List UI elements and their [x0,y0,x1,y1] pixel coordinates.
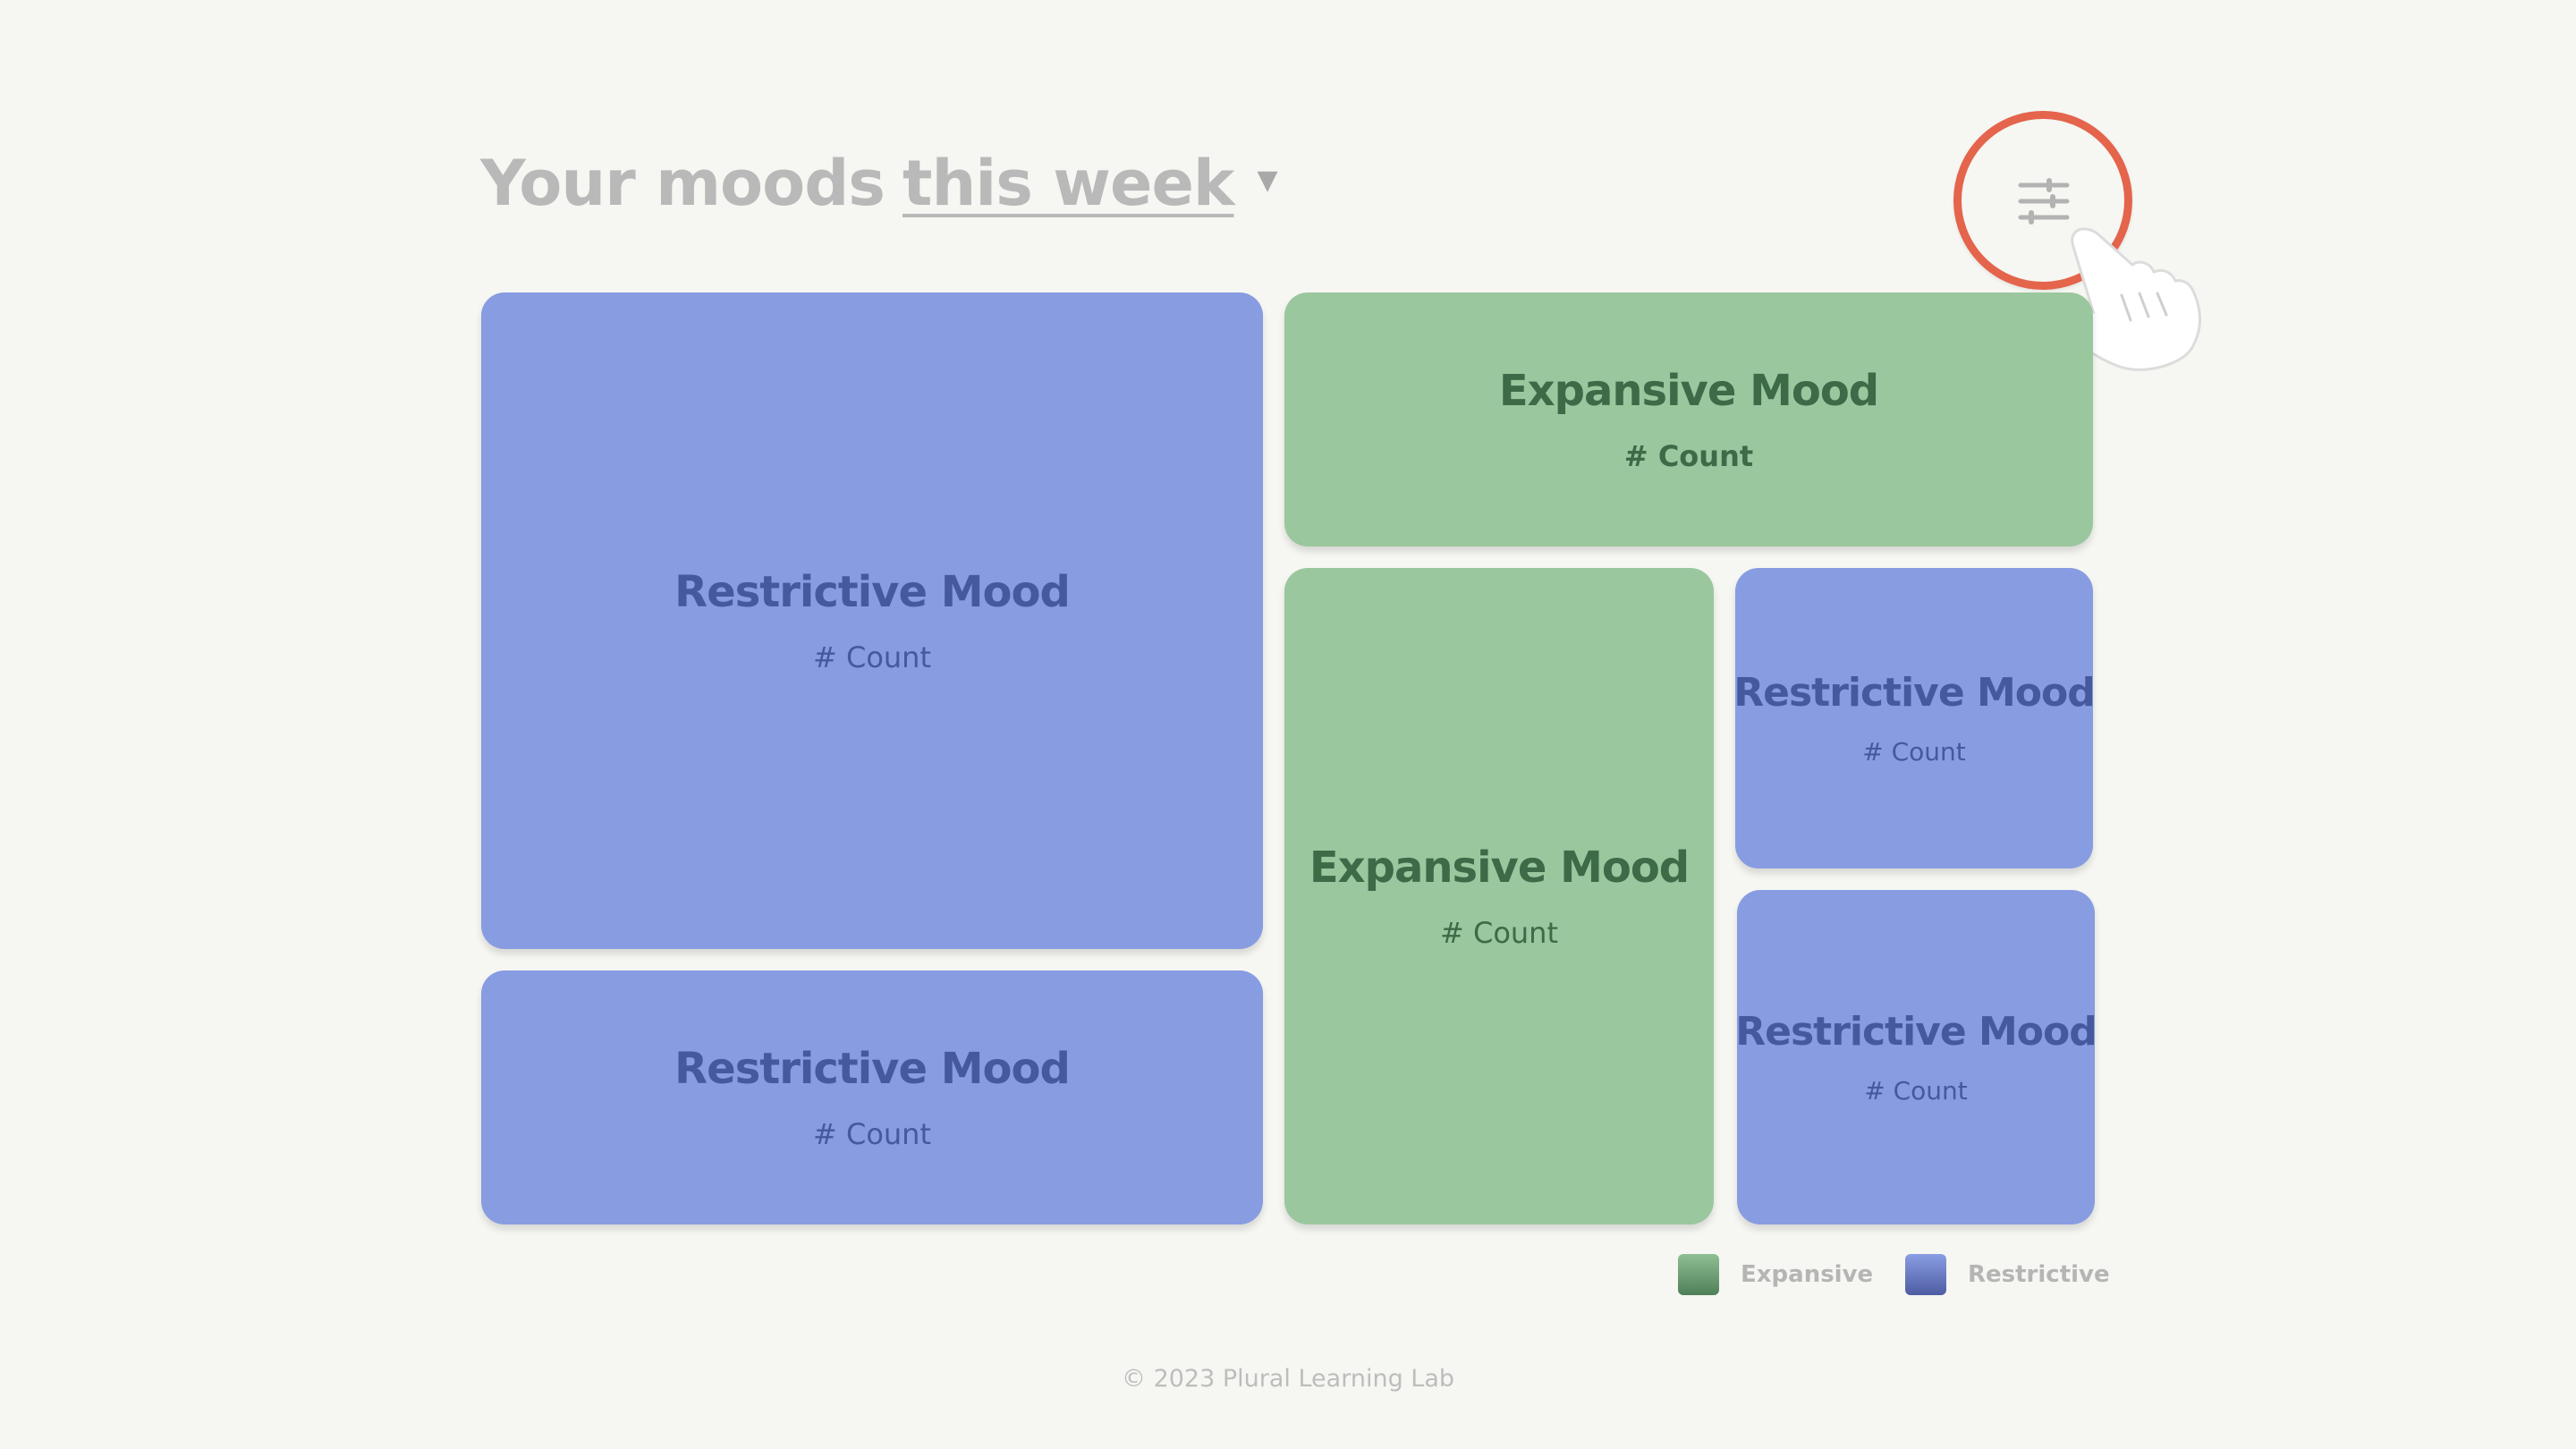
mood-name: Restrictive Mood [674,1044,1071,1094]
mood-name: Restrictive Mood [1735,1009,2097,1055]
legend-label-restrictive: Restrictive [1968,1261,2110,1288]
copyright-footer: © 2023 Plural Learning Lab [1121,1365,1455,1393]
mood-count: # Count [1623,439,1754,473]
mood-name: Expansive Mood [1309,843,1690,893]
legend-swatch-expansive [1678,1254,1719,1295]
page-title: Your moods this week ▼ [480,152,1278,215]
mood-tile-restrictive[interactable]: Restrictive Mood # Count [1735,890,2097,1224]
mood-name: Restrictive Mood [674,567,1071,617]
mood-name: Expansive Mood [1498,366,1879,416]
mood-count: # Count [812,640,931,674]
mood-tile-restrictive[interactable]: Restrictive Mood # Count [481,292,1263,949]
mood-tile-expansive[interactable]: Expansive Mood # Count [1284,568,1714,1224]
mood-count: # Count [1862,737,1966,767]
mood-count: # Count [1439,916,1558,950]
sliders-icon[interactable] [2017,178,2071,225]
legend-swatch-restrictive [1905,1254,1946,1295]
mood-tile-expansive[interactable]: Expansive Mood # Count [1284,292,2093,547]
mood-tile-restrictive[interactable]: Restrictive Mood # Count [481,970,1263,1224]
title-prefix: Your moods [480,147,886,220]
mood-count: # Count [812,1117,931,1151]
period-selector[interactable]: this week [902,147,1234,220]
mood-tile-restrictive[interactable]: Restrictive Mood # Count [1733,568,2096,869]
mood-name: Restrictive Mood [1733,670,2096,716]
legend-label-expansive: Expansive [1741,1261,1874,1288]
mood-count: # Count [1864,1076,1968,1106]
chevron-down-icon[interactable]: ▼ [1257,167,1277,194]
